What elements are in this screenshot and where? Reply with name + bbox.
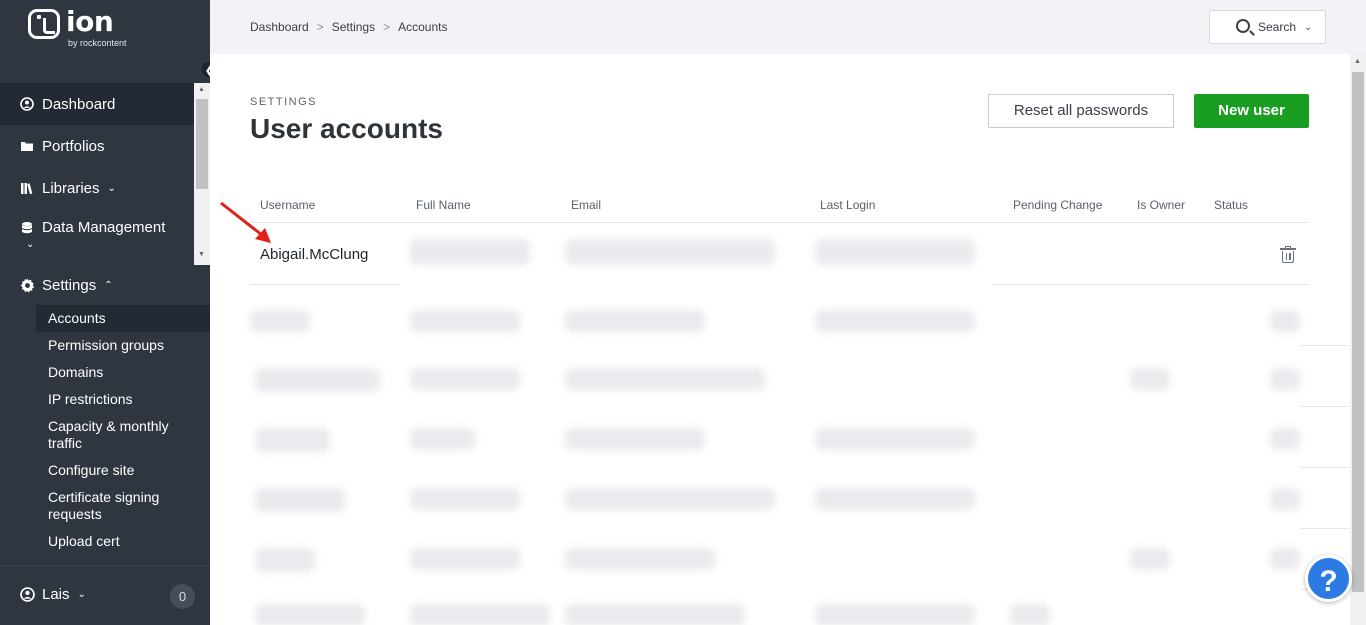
redacted-cell	[565, 604, 745, 625]
search-label: Search	[1258, 20, 1297, 34]
divider	[992, 284, 1309, 285]
divider	[1300, 345, 1350, 346]
divider	[250, 284, 400, 285]
redacted-cell	[410, 428, 475, 450]
redacted-cell	[255, 604, 365, 625]
delete-trash-icon[interactable]	[1280, 246, 1296, 263]
divider	[1300, 528, 1350, 529]
redacted-cell	[255, 548, 315, 572]
new-user-button[interactable]: New user	[1194, 94, 1309, 128]
column-header-is-owner[interactable]: Is Owner	[1137, 198, 1185, 212]
top-bar: Dashboard > Settings > Accounts Search ⌄	[210, 0, 1366, 54]
column-header-pending-change[interactable]: Pending Change	[1013, 198, 1102, 212]
redacted-cell	[410, 604, 550, 625]
sidebar-subitem-accounts[interactable]: Accounts	[36, 305, 210, 332]
search-icon	[1236, 19, 1250, 33]
redacted-cell	[815, 239, 975, 265]
column-header-last-login[interactable]: Last Login	[820, 198, 875, 212]
redacted-cell	[410, 310, 520, 332]
sidebar-subitem-ip-restrictions[interactable]: IP restrictions	[36, 391, 210, 408]
column-header-status[interactable]: Status	[1214, 198, 1248, 212]
sidebar-item-settings[interactable]: Settings ⌃	[0, 265, 210, 305]
sidebar-subitem-csr[interactable]: Certificate signing requests	[36, 489, 186, 523]
sidebar-subitem-upload-cert[interactable]: Upload cert	[36, 533, 210, 550]
user-menu[interactable]: Lais ⌄ 0	[0, 565, 210, 625]
redacted-cell	[1270, 488, 1300, 510]
divider	[1300, 467, 1350, 468]
notification-count-badge[interactable]: 0	[170, 584, 195, 609]
breadcrumb-accounts: Accounts	[398, 20, 448, 34]
redacted-cell	[1270, 428, 1300, 450]
reset-all-passwords-button[interactable]: Reset all passwords	[988, 94, 1174, 128]
redacted-cell	[565, 310, 705, 332]
redacted-cell	[565, 548, 715, 570]
chevron-down-icon: ⌄	[1304, 21, 1313, 33]
redacted-cell	[1010, 604, 1050, 625]
user-circle-icon	[20, 587, 35, 602]
annotation-arrow-icon	[220, 201, 271, 243]
settings-label: Settings	[42, 276, 97, 294]
redacted-cell	[815, 604, 975, 625]
column-header-full-name[interactable]: Full Name	[416, 198, 471, 212]
redacted-cell	[410, 239, 530, 265]
divider	[1300, 406, 1350, 407]
redacted-cell	[815, 488, 975, 510]
redacted-cell	[1270, 548, 1300, 570]
sidebar-subitem-domains[interactable]: Domains	[36, 364, 210, 381]
sidebar-subitem-configure-site[interactable]: Configure site	[36, 462, 210, 479]
redacted-cell	[410, 368, 520, 390]
redacted-cell	[565, 239, 775, 265]
scroll-up-arrow-icon[interactable]: ▲	[1354, 58, 1361, 65]
user-name: Lais	[42, 586, 70, 603]
redacted-cell	[1270, 310, 1300, 332]
redacted-cell	[815, 310, 975, 332]
redacted-cell	[565, 428, 705, 450]
redacted-cell	[410, 548, 520, 570]
search-dropdown[interactable]: Search ⌄	[1209, 10, 1326, 44]
sidebar-subitem-capacity[interactable]: Capacity & monthly traffic	[36, 418, 186, 452]
redacted-cell	[1130, 368, 1170, 390]
breadcrumb-separator: >	[316, 20, 324, 34]
page-scrollbar[interactable]: ▲	[1350, 54, 1366, 625]
breadcrumb-separator: >	[383, 20, 391, 34]
chevron-up-icon: ⌃	[104, 279, 113, 291]
divider	[250, 222, 1309, 223]
user-menu-toggle[interactable]: Lais ⌄	[20, 586, 86, 603]
redacted-cell	[255, 368, 380, 392]
redacted-cell	[410, 488, 520, 510]
redacted-cell	[815, 428, 975, 450]
scrollbar-thumb[interactable]	[1352, 72, 1364, 592]
gear-icon	[20, 277, 35, 293]
redacted-cell	[255, 428, 330, 452]
column-header-email[interactable]: Email	[571, 198, 601, 212]
redacted-cell	[1270, 368, 1300, 390]
sidebar-subitem-permission-groups[interactable]: Permission groups	[36, 337, 210, 354]
help-button[interactable]: ?	[1305, 555, 1352, 602]
redacted-cell	[250, 310, 310, 332]
redacted-cell	[255, 488, 345, 512]
chevron-down-icon: ⌄	[77, 589, 86, 600]
redacted-cell	[1130, 548, 1170, 570]
breadcrumb-settings[interactable]: Settings	[332, 20, 375, 34]
main-content: SETTINGS User accounts Reset all passwor…	[210, 54, 1350, 625]
redacted-cell	[565, 368, 765, 390]
redacted-cell	[565, 488, 775, 510]
